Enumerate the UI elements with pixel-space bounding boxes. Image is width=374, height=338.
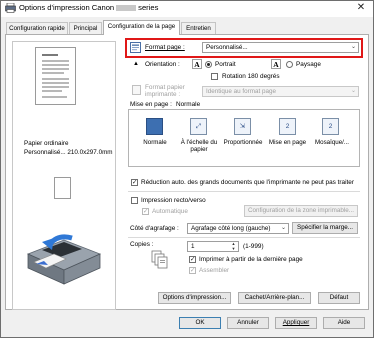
defaults-button[interactable]: Défaut [318,292,360,304]
title-suffix: series [138,3,159,12]
layout-label: Mise en page : [130,101,172,108]
landscape-a-icon: A [271,59,281,69]
copies-spinner[interactable]: 1 ▲ ▼ [187,241,239,252]
layout-pages-label: Mise en page [268,139,307,146]
automatic-label: Automatique [152,208,188,215]
divider [128,237,360,238]
page-size-value: Personnalisé... [206,44,248,51]
reverse-order-label: Imprimer à partir de la dernière page [199,256,303,263]
layout-current-value: Normale [176,101,201,108]
printer-icon [5,3,16,13]
orientation-arrow-icon: ▲ [133,61,139,67]
collate-label: Assembler [199,267,230,274]
chevron-down-icon: ⌄ [280,225,286,231]
divider [128,191,360,192]
tab-maintenance[interactable]: Entretien [181,22,216,34]
printable-area-button[interactable]: Configuration de la zone imprimable... [244,205,358,217]
layout-scaled-label: Proportionnée [223,139,263,146]
tiling-icon[interactable]: 2 [322,118,339,135]
printer-paper-icon [132,85,141,95]
stapling-value: Agrafage côté long (gauche) [191,225,271,232]
portrait-radio[interactable] [205,61,212,68]
chevron-down-icon: ⌄ [350,44,356,50]
portrait-label: Portrait [215,61,236,68]
page-size-label: Format page : [145,44,185,51]
duplex-checkbox[interactable] [131,197,138,204]
close-icon[interactable]: ✕ [354,2,368,14]
tab-quick-setup[interactable]: Configuration rapide [6,22,68,34]
help-button[interactable]: Aide [323,317,365,329]
reverse-order-checkbox[interactable]: ✓ [189,256,196,263]
copies-range: (1-999) [243,243,264,250]
printer-paper-label-2: imprimante : [145,91,181,98]
scaled-icon[interactable]: ⇲ [234,118,251,135]
page-layout-icon[interactable]: 2 [279,118,296,135]
page-size-select[interactable]: Personnalisé... ⌄ [202,42,359,53]
media-type-info: Papier ordinaire [24,140,69,147]
portrait-a-icon: A [192,59,202,69]
normal-layout-icon[interactable] [146,118,163,135]
fit-to-page-icon[interactable]: ⤢ [190,118,207,135]
auto-reduce-label: Réduction auto. des grands documents que… [141,179,354,186]
rotate-180-label: Rotation 180 degrés [222,73,280,80]
title-prefix: Options d'impression Canon [19,3,115,12]
landscape-label: Paysage [296,61,321,68]
landscape-radio[interactable] [286,61,293,68]
duplex-label: Impression recto/verso [141,197,206,204]
rotate-180-checkbox[interactable] [211,73,218,80]
page-size-icon [130,42,141,53]
auto-reduce-checkbox[interactable]: ✓ [131,179,138,186]
print-options-button[interactable]: Options d'impression... [158,292,231,304]
stapling-label: Côté d'agrafage : [130,225,179,232]
layout-normal-label: Normale [143,139,167,146]
printer-paper-label-1: Format papier [145,84,185,91]
margin-button[interactable]: Spécifier la marge... [292,222,358,234]
model-redaction [116,5,137,11]
spin-down-icon[interactable]: ▼ [230,247,237,251]
stapling-select[interactable]: Agrafage côté long (gauche) ⌄ [187,223,289,234]
printer-paper-value: Identique au format page [206,88,277,95]
collate-checkbox[interactable]: ✓ [189,267,196,274]
apply-button[interactable]: Appliquer [275,317,317,329]
paper-orientation-icon [54,177,71,199]
layout-fit-label-2: papier [190,146,208,153]
cancel-button[interactable]: Annuler [227,317,269,329]
tab-main[interactable]: Principal [69,22,102,34]
copies-label: Copies : [130,241,154,248]
automatic-checkbox[interactable]: ✓ [142,208,149,215]
media-size-info: Personnalisé... 210.0x297.0mm [24,149,113,156]
page-preview-sheet [35,47,76,105]
stamp-background-button[interactable]: Cachet/Arrière-plan... [238,292,311,304]
copies-icon [151,250,168,269]
printer-paper-select[interactable]: Identique au format page ⌄ [202,86,359,97]
printer-illustration-icon [26,234,102,285]
window-title: Options d'impression Canon series [19,3,158,12]
copies-value: 1 [191,243,195,250]
orientation-label: Orientation : [145,61,180,68]
chevron-down-icon: ⌄ [350,88,356,94]
layout-tiling-label: Mosaïque/... [314,139,350,146]
tab-page-setup[interactable]: Configuration de la page [103,20,180,35]
ok-button[interactable]: OK [179,317,221,329]
